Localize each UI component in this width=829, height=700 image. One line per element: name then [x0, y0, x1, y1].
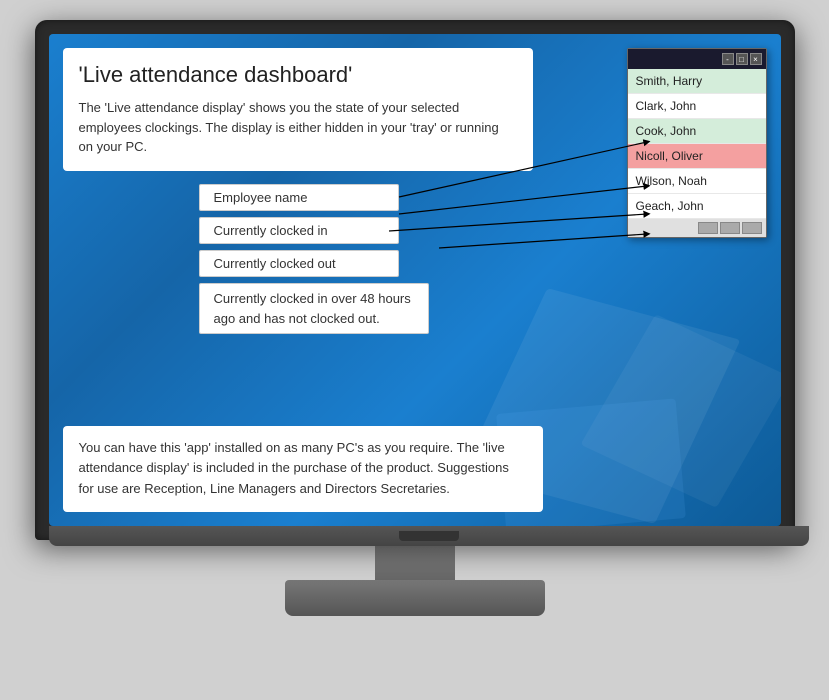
- footer-btn-2[interactable]: [720, 222, 740, 234]
- page-title: 'Live attendance dashboard': [79, 62, 517, 88]
- maximize-button[interactable]: □: [736, 53, 748, 65]
- list-item: Cook, John: [628, 119, 766, 144]
- description-top: The 'Live attendance display' shows you …: [79, 98, 517, 157]
- dashboard-window: - □ × Smith, Harry Clark, John Cook, Joh…: [627, 48, 767, 238]
- legend-employee-name: Employee name: [199, 184, 399, 211]
- monitor-bottom-bar: [49, 526, 809, 546]
- dashboard-footer: [628, 219, 766, 237]
- legend-area: Employee name Currently clocked in Curre…: [199, 184, 429, 334]
- legend-clocked-in: Currently clocked in: [199, 217, 399, 244]
- monitor-notch: [399, 531, 459, 541]
- monitor: 'Live attendance dashboard' The 'Live at…: [25, 20, 805, 680]
- list-item: Geach, John: [628, 194, 766, 219]
- employee-list: Smith, Harry Clark, John Cook, John Nico…: [628, 69, 766, 219]
- screen: 'Live attendance dashboard' The 'Live at…: [49, 34, 781, 526]
- list-item: Clark, John: [628, 94, 766, 119]
- bottom-info-box: You can have this 'app' installed on as …: [63, 426, 543, 512]
- legend-overdue: Currently clocked in over 48 hours ago a…: [199, 283, 429, 334]
- dashboard-titlebar: - □ ×: [628, 49, 766, 69]
- list-item: Wilson, Noah: [628, 169, 766, 194]
- footer-btn-1[interactable]: [698, 222, 718, 234]
- minimize-button[interactable]: -: [722, 53, 734, 65]
- list-item: Nicoll, Oliver: [628, 144, 766, 169]
- list-item: Smith, Harry: [628, 69, 766, 94]
- footer-btn-3[interactable]: [742, 222, 762, 234]
- monitor-stand-neck: [375, 540, 455, 580]
- description-bottom: You can have this 'app' installed on as …: [79, 438, 527, 500]
- legend-clocked-out: Currently clocked out: [199, 250, 399, 277]
- close-button[interactable]: ×: [750, 53, 762, 65]
- main-info-box: 'Live attendance dashboard' The 'Live at…: [63, 48, 533, 171]
- monitor-bezel: 'Live attendance dashboard' The 'Live at…: [35, 20, 795, 540]
- monitor-stand-base: [285, 580, 545, 616]
